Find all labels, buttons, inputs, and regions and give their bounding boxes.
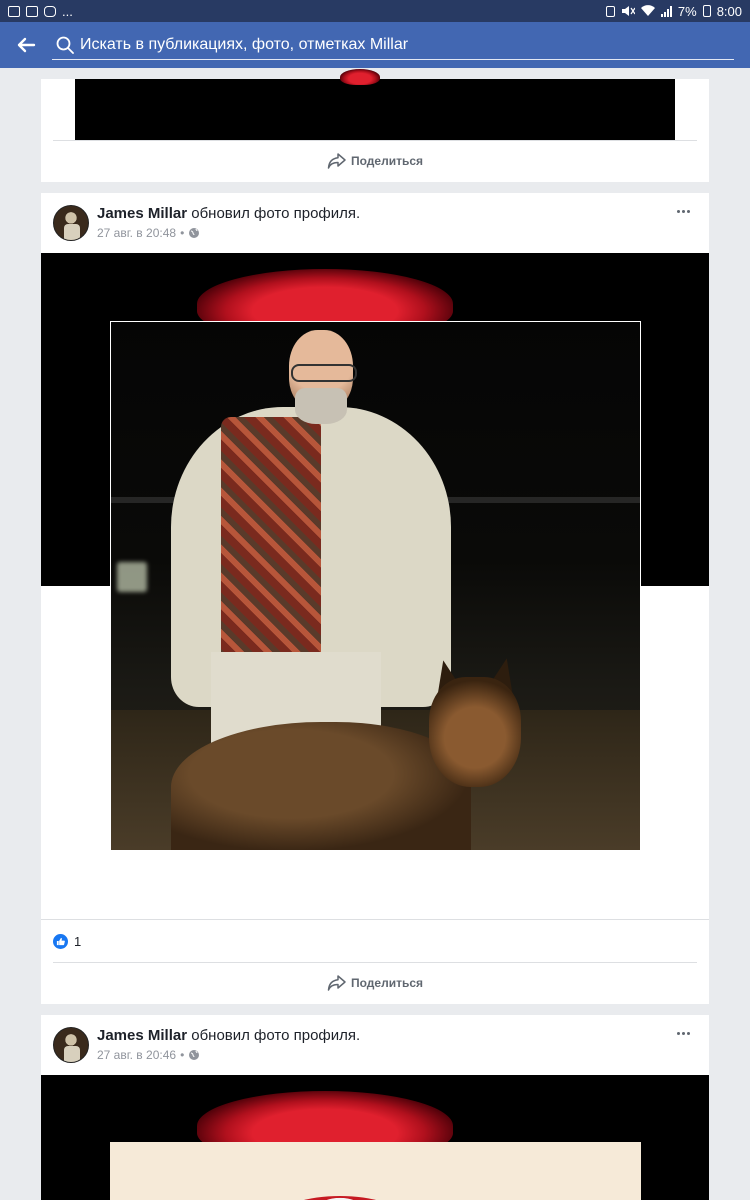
post-meta: 27 авг. в 20:46 •: [97, 1048, 200, 1062]
man-shirt: [221, 417, 321, 677]
avatar[interactable]: [53, 1027, 89, 1063]
avatar[interactable]: [53, 205, 89, 241]
author-name[interactable]: James Millar: [97, 1027, 187, 1044]
background-light: [117, 562, 147, 592]
share-icon: [327, 975, 346, 991]
more-options-button[interactable]: [673, 1023, 693, 1043]
share-button[interactable]: Поделиться: [41, 963, 709, 1003]
search-icon: [52, 32, 78, 58]
globe-icon: [189, 228, 200, 238]
clock: 8:00: [716, 3, 742, 19]
post-header: James Millar обновил фото профиля. 27 ав…: [41, 1015, 709, 1075]
post-card: James Millar обновил фото профиля. 27 ав…: [41, 193, 709, 1004]
meta-separator: •: [180, 1048, 185, 1062]
globe-icon: [189, 1050, 200, 1060]
profile-photo[interactable]: [110, 1142, 641, 1200]
share-label: Поделиться: [350, 154, 424, 168]
more-dot: [676, 209, 680, 213]
post-timestamp[interactable]: 27 авг. в 20:48: [97, 226, 176, 240]
rose-image: [340, 69, 380, 85]
dog-head: [429, 677, 521, 787]
post-timestamp[interactable]: 27 авг. в 20:46: [97, 1048, 176, 1062]
search-box[interactable]: [52, 30, 734, 60]
reactions-summary[interactable]: 1: [53, 931, 81, 951]
post-card-previous: Поделиться: [41, 69, 709, 182]
like-icon: [53, 933, 68, 949]
status-bar: ... 7% 8:00: [0, 0, 750, 22]
more-dot: [681, 1031, 685, 1035]
post-card: James Millar обновил фото профиля. 27 ав…: [41, 1015, 709, 1200]
more-dot: [686, 1031, 690, 1035]
status-more: ...: [62, 3, 73, 19]
author-name[interactable]: James Millar: [97, 205, 187, 222]
post-meta: 27 авг. в 20:48 •: [97, 226, 200, 240]
signal-icon: [660, 5, 672, 17]
mute-icon: [621, 6, 635, 16]
arrow-left-icon: [17, 37, 36, 53]
share-button[interactable]: Поделиться: [41, 141, 709, 181]
more-dot: [681, 209, 685, 213]
battery-percent: 7%: [677, 3, 697, 19]
post-title: James Millar обновил фото профиля.: [97, 1027, 360, 1044]
search-input[interactable]: [78, 35, 734, 54]
wifi-icon: [640, 5, 655, 17]
back-button[interactable]: [0, 22, 52, 68]
lips-image: [280, 1196, 400, 1200]
share-icon: [327, 153, 346, 169]
man-beard: [295, 388, 347, 424]
meta-separator: •: [180, 226, 185, 240]
instagram-icon: [44, 5, 56, 17]
likes-count: 1: [74, 933, 82, 949]
post-title: James Millar обновил фото профиля.: [97, 205, 360, 222]
post-action: обновил фото профиля.: [191, 205, 361, 222]
search-header: [0, 22, 750, 68]
dog-body: [171, 722, 471, 850]
post-header: James Millar обновил фото профиля. 27 ав…: [41, 193, 709, 253]
status-right: 7% 8:00: [605, 3, 742, 19]
man-glasses: [291, 364, 357, 382]
post-action: обновил фото профиля.: [191, 1027, 361, 1044]
battery-saver-icon: [605, 5, 615, 17]
profile-photo[interactable]: [110, 321, 641, 851]
battery-icon: [702, 5, 711, 17]
status-left: ...: [8, 4, 73, 19]
mail-icon: [26, 5, 38, 17]
post-photo[interactable]: [75, 69, 675, 140]
more-dot: [686, 209, 690, 213]
more-options-button[interactable]: [673, 201, 693, 221]
divider: [41, 919, 709, 920]
more-dot: [676, 1031, 680, 1035]
image-icon: [8, 5, 20, 17]
share-label: Поделиться: [350, 976, 424, 990]
